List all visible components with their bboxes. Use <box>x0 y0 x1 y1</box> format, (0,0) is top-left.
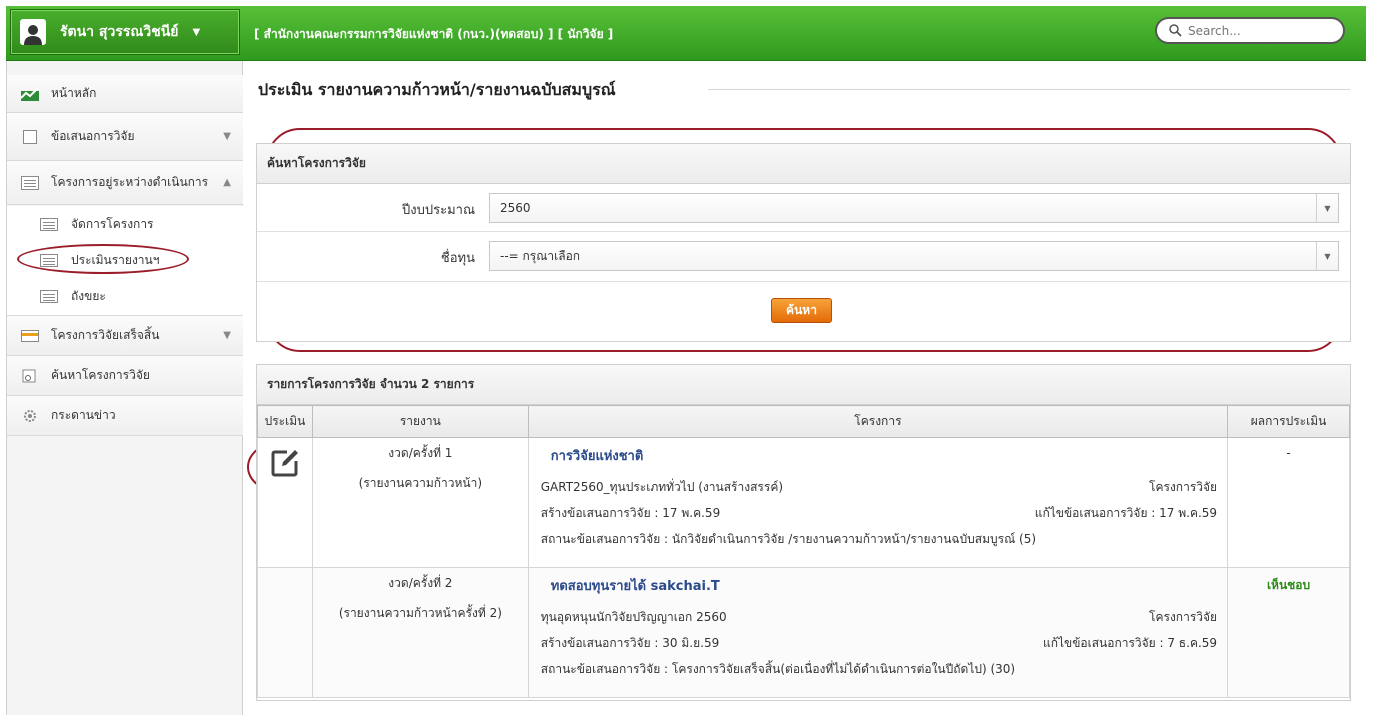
project-cell: การวิจัยแห่งชาติ GART2560_ทุนประเภททั่วไ… <box>527 437 1229 568</box>
project-fund: ทุนอุดหนุนนักวิจัยปริญญาเอก 2560 <box>540 610 727 624</box>
card-icon <box>21 329 39 342</box>
search-panel: ค้นหาโครงการวิจัย ปีงบประมาณ 2560 ▼ ชื่อ… <box>256 143 1351 342</box>
project-cell: ทดสอบทุนรายได้ sakchai.T ทุนอุดหนุนนักวิ… <box>527 567 1229 698</box>
sidebar-item-search-projects[interactable]: ค้นหาโครงการวิจัย <box>7 356 243 396</box>
user-menu-button[interactable]: รัตนา สุวรรณวิชนีย์ ▼ <box>10 9 240 55</box>
search-icon <box>1169 24 1182 37</box>
report-cell: งวด/ครั้งที่ 1 (รายงานความก้าวหน้า) <box>311 437 529 568</box>
results-panel: รายการโครงการวิจัย จำนวน 2 รายการ ประเมิ… <box>256 364 1351 701</box>
report-round: งวด/ครั้งที่ 2 <box>388 576 453 590</box>
year-label: ปีงบประมาณ <box>402 203 475 218</box>
result-cell: - <box>1227 437 1350 568</box>
fund-select[interactable]: --= กรุณาเลือก ▼ <box>489 241 1339 271</box>
project-fund: GART2560_ทุนประเภททั่วไป (งานสร้างสรรค์) <box>540 480 784 494</box>
list-icon <box>21 175 39 190</box>
year-select[interactable]: 2560 ▼ <box>489 193 1339 223</box>
evaluate-cell <box>257 437 313 568</box>
results-panel-title: รายการโครงการวิจัย จำนวน 2 รายการ <box>257 365 1350 405</box>
project-edited: แก้ไขข้อเสนอการวิจัย : 7 ธ.ค.59 <box>1042 636 1218 650</box>
organization-role-text: [ สำนักงานคณะกรรมการวิจัยแห่งชาติ (กนว.)… <box>254 27 614 41</box>
report-cell: งวด/ครั้งที่ 2 (รายงานความก้าวหน้าครั้งท… <box>311 567 529 698</box>
sidebar-item-label: ข้อเสนอการวิจัย <box>51 129 135 143</box>
project-name-link[interactable]: ทดสอบทุนรายได้ sakchai.T <box>541 575 1217 596</box>
search-panel-title: ค้นหาโครงการวิจัย <box>257 144 1350 184</box>
document-icon <box>23 129 37 144</box>
year-select-value: 2560 <box>500 201 531 215</box>
column-header-project: โครงการ <box>527 405 1229 438</box>
sidebar-item-label: หน้าหลัก <box>51 86 97 100</box>
sidebar-item-label: โครงการวิจัยเสร็จสิ้น <box>51 328 160 342</box>
sidebar-item-label: ค้นหาโครงการวิจัย <box>51 368 150 382</box>
chevron-down-icon: ▼ <box>1316 242 1338 270</box>
evaluate-cell <box>257 567 313 698</box>
sidebar-item-label: โครงการอยู่ระหว่างดำเนินการ <box>51 175 209 189</box>
top-bar: รัตนา สุวรรณวิชนีย์ ▼ [ สำนักงานคณะกรรมก… <box>6 6 1366 61</box>
table-row: งวด/ครั้งที่ 1 (รายงานความก้าวหน้า) การว… <box>257 437 1350 568</box>
column-header-result: ผลการประเมิน <box>1227 405 1350 438</box>
chevron-up-icon: ▲ <box>223 177 231 188</box>
search-input[interactable] <box>1188 23 1338 38</box>
title-divider <box>708 89 1350 90</box>
chart-icon <box>21 86 39 101</box>
user-icon <box>20 19 46 45</box>
sidebar-subitem-label: ถังขยะ <box>71 289 106 303</box>
sidebar-item-completed[interactable]: โครงการวิจัยเสร็จสิ้น ▼ <box>7 316 243 356</box>
search-button-row: ค้นหา <box>257 282 1350 341</box>
search-button[interactable]: ค้นหา <box>771 298 832 323</box>
highlight-oval-sidebar <box>17 244 189 274</box>
chevron-down-icon: ▼ <box>223 131 231 142</box>
sidebar-item-proposals[interactable]: ข้อเสนอการวิจัย ▼ <box>7 113 243 161</box>
results-table: ประเมิน รายงาน โครงการ ผลการประเมิน งวด/… <box>257 405 1350 698</box>
table-row: งวด/ครั้งที่ 2 (รายงานความก้าวหน้าครั้งท… <box>257 567 1350 698</box>
report-round: งวด/ครั้งที่ 1 <box>388 446 453 460</box>
fund-row: ชื่อทุน --= กรุณาเลือก ▼ <box>257 232 1350 282</box>
fund-select-value: --= กรุณาเลือก <box>500 248 581 263</box>
project-type: โครงการวิจัย <box>1149 610 1218 624</box>
project-created: สร้างข้อเสนอการวิจัย : 17 พ.ค.59 <box>540 506 721 520</box>
sidebar: หน้าหลัก ข้อเสนอการวิจัย ▼ โครงการอยู่ระ… <box>6 61 243 715</box>
column-header-evaluate: ประเมิน <box>257 405 313 438</box>
project-status: สถานะข้อเสนอการวิจัย : โครงการวิจัยเสร็จ… <box>540 662 1016 676</box>
evaluation-result: - <box>1286 446 1291 460</box>
search-document-icon <box>22 369 36 382</box>
list-icon <box>40 217 58 231</box>
list-icon <box>40 290 58 303</box>
project-created: สร้างข้อเสนอการวิจัย : 30 มิ.ย.59 <box>540 636 720 650</box>
project-name-link[interactable]: การวิจัยแห่งชาติ <box>541 445 1217 466</box>
search-box[interactable] <box>1155 17 1345 44</box>
sidebar-item-home[interactable]: หน้าหลัก <box>7 75 243 113</box>
sidebar-subitem-trash[interactable]: ถังขยะ <box>7 278 243 316</box>
sidebar-item-ongoing[interactable]: โครงการอยู่ระหว่างดำเนินการ ▲ <box>7 161 243 205</box>
sidebar-item-label: กระดานข่าว <box>51 408 116 422</box>
project-type: โครงการวิจัย <box>1149 480 1218 494</box>
sidebar-subitem-label: จัดการโครงการ <box>71 216 154 231</box>
report-type: (รายงานความก้าวหน้า) <box>358 476 483 490</box>
user-name: รัตนา สุวรรณวิชนีย์ <box>60 24 179 40</box>
gear-icon <box>24 409 36 422</box>
result-cell: เห็นชอบ <box>1227 567 1350 698</box>
year-row: ปีงบประมาณ 2560 ▼ <box>257 184 1350 232</box>
project-edited: แก้ไขข้อเสนอการวิจัย : 17 พ.ค.59 <box>1034 506 1218 520</box>
evaluation-result: เห็นชอบ <box>1266 578 1311 592</box>
project-status: สถานะข้อเสนอการวิจัย : นักวิจัยดำเนินการ… <box>540 532 1037 546</box>
column-header-report: รายงาน <box>311 405 529 438</box>
fund-label: ชื่อทุน <box>440 251 475 266</box>
sidebar-subitem-manage[interactable]: จัดการโครงการ <box>7 206 243 242</box>
chevron-down-icon: ▼ <box>223 330 231 341</box>
sidebar-item-news[interactable]: กระดานข่าว <box>7 396 243 436</box>
page-title: ประเมิน รายงานความก้าวหน้า/รายงานฉบับสมบ… <box>258 80 616 99</box>
chevron-down-icon: ▼ <box>1316 194 1338 222</box>
edit-icon[interactable] <box>270 448 300 478</box>
report-type: (รายงานความก้าวหน้าครั้งที่ 2) <box>338 606 502 620</box>
chevron-down-icon: ▼ <box>192 26 201 38</box>
